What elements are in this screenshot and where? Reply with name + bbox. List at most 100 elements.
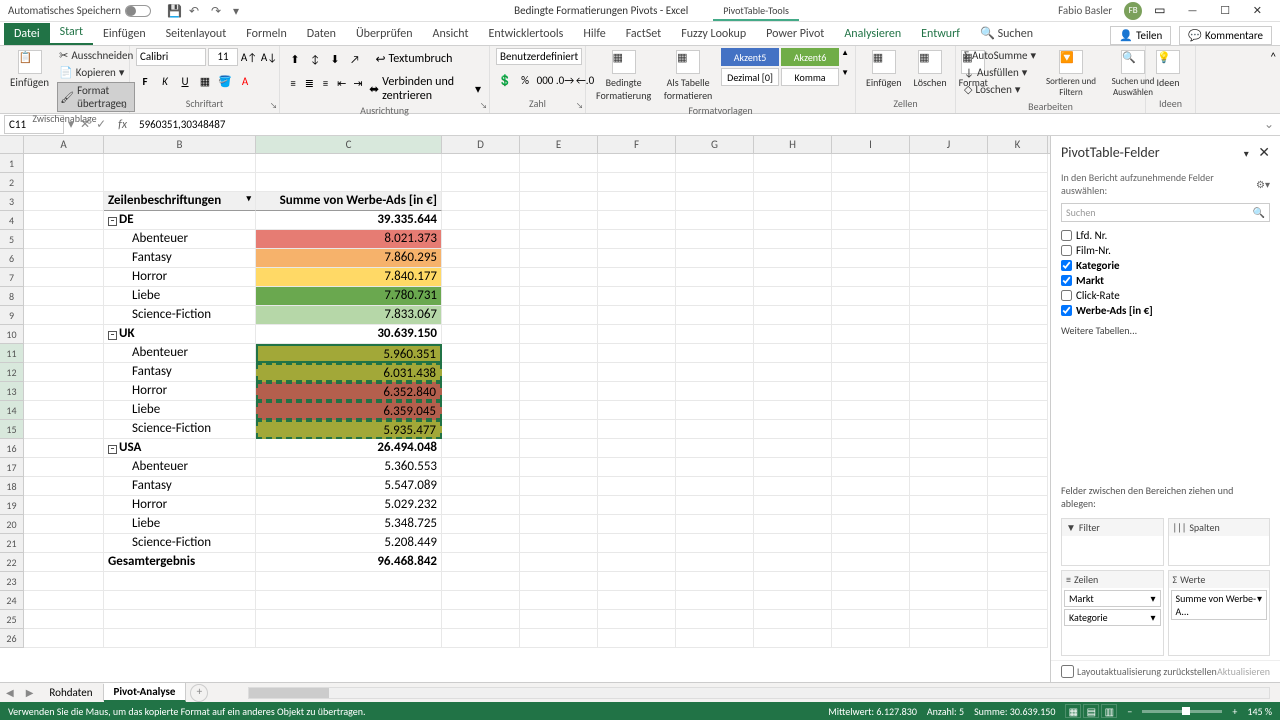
cell[interactable]: [832, 591, 910, 610]
cell[interactable]: [676, 154, 754, 173]
cell[interactable]: [832, 325, 910, 344]
cell[interactable]: [910, 496, 988, 515]
cell[interactable]: 26.494.048: [256, 439, 442, 458]
cell[interactable]: [598, 344, 676, 363]
cell[interactable]: [598, 477, 676, 496]
cell[interactable]: [988, 496, 1048, 515]
cell[interactable]: [676, 211, 754, 230]
font-name-combo[interactable]: Calibri: [136, 48, 206, 66]
cell[interactable]: 5.935.477: [256, 420, 442, 439]
cell[interactable]: [442, 401, 520, 420]
cell[interactable]: [256, 154, 442, 173]
cell[interactable]: [910, 458, 988, 477]
cell[interactable]: [988, 420, 1048, 439]
cell[interactable]: [442, 306, 520, 325]
row-header[interactable]: 6: [0, 249, 24, 268]
rows-area[interactable]: ≡ Zeilen Markt▾Kategorie▾: [1061, 570, 1164, 656]
percent-icon[interactable]: %: [516, 71, 534, 89]
spreadsheet-grid[interactable]: ABCDEFGHIJK 123Zeilenbeschriftungen ▾Sum…: [0, 136, 1050, 682]
pane-close-icon[interactable]: ✕: [1258, 144, 1270, 161]
col-header[interactable]: H: [754, 136, 832, 153]
wrap-text-button[interactable]: ↩ Textumbruch: [373, 50, 454, 68]
row-header[interactable]: 12: [0, 363, 24, 382]
cell[interactable]: [676, 401, 754, 420]
autosum-button[interactable]: Σ AutoSumme ▾: [962, 48, 1038, 63]
cell[interactable]: [832, 515, 910, 534]
cell[interactable]: [676, 306, 754, 325]
cell[interactable]: [832, 458, 910, 477]
number-format-combo[interactable]: Benutzerdefiniert: [496, 48, 582, 65]
cell[interactable]: [676, 249, 754, 268]
row-header[interactable]: 13: [0, 382, 24, 401]
cell[interactable]: [598, 192, 676, 211]
row-header[interactable]: 10: [0, 325, 24, 344]
cell[interactable]: [910, 287, 988, 306]
italic-button[interactable]: K: [156, 72, 174, 90]
cell[interactable]: [442, 610, 520, 629]
cell[interactable]: [598, 230, 676, 249]
cell[interactable]: [442, 629, 520, 648]
cell[interactable]: 5.208.449: [256, 534, 442, 553]
zoom-in-icon[interactable]: +: [1232, 705, 1237, 718]
row-header[interactable]: 3: [0, 192, 24, 211]
align-launcher-icon[interactable]: ↘: [480, 101, 487, 111]
fill-color-button[interactable]: 🪣: [216, 72, 234, 90]
cell[interactable]: [676, 344, 754, 363]
cell[interactable]: [754, 363, 832, 382]
cell[interactable]: [988, 287, 1048, 306]
cell[interactable]: [754, 496, 832, 515]
row-header[interactable]: 22: [0, 553, 24, 572]
qat-more-icon[interactable]: ▾: [233, 4, 247, 18]
zoom-out-icon[interactable]: −: [1127, 705, 1132, 718]
comments-button[interactable]: 💬 Kommentare: [1179, 26, 1272, 45]
cell[interactable]: [988, 268, 1048, 287]
cell[interactable]: [910, 420, 988, 439]
cell[interactable]: [442, 515, 520, 534]
indent-inc-icon[interactable]: ⇥: [351, 74, 365, 92]
normal-view-icon[interactable]: ▦: [1065, 704, 1081, 718]
cell[interactable]: [442, 458, 520, 477]
cell[interactable]: [676, 553, 754, 572]
user-name[interactable]: Fabio Basler: [1058, 4, 1112, 17]
cell[interactable]: [442, 173, 520, 192]
cell[interactable]: [520, 515, 598, 534]
cell[interactable]: [910, 629, 988, 648]
field-item[interactable]: Click-Rate: [1061, 288, 1270, 303]
cell[interactable]: [754, 306, 832, 325]
cell[interactable]: 7.860.295: [256, 249, 442, 268]
cell[interactable]: [520, 477, 598, 496]
cell[interactable]: [832, 192, 910, 211]
row-header[interactable]: 25: [0, 610, 24, 629]
cell[interactable]: [988, 610, 1048, 629]
cell[interactable]: [24, 458, 104, 477]
cell[interactable]: Fantasy: [104, 477, 256, 496]
row-header[interactable]: 8: [0, 287, 24, 306]
cell[interactable]: [520, 173, 598, 192]
cell[interactable]: [910, 382, 988, 401]
increase-font-icon[interactable]: A↑: [240, 48, 258, 66]
cell[interactable]: [256, 610, 442, 629]
cell[interactable]: 7.833.067: [256, 306, 442, 325]
border-button[interactable]: ▦: [196, 72, 214, 90]
col-header[interactable]: C: [256, 136, 442, 153]
cell[interactable]: [442, 420, 520, 439]
cell[interactable]: [104, 572, 256, 591]
cell[interactable]: [676, 610, 754, 629]
cell[interactable]: [754, 553, 832, 572]
cell[interactable]: [754, 268, 832, 287]
cell[interactable]: [24, 154, 104, 173]
cell[interactable]: [442, 553, 520, 572]
cell[interactable]: [910, 401, 988, 420]
field-item[interactable]: Film-Nr.: [1061, 243, 1270, 258]
cell[interactable]: [754, 439, 832, 458]
align-top-icon[interactable]: ⬆: [286, 50, 304, 68]
tab-ansicht[interactable]: Ansicht: [423, 23, 479, 45]
cell[interactable]: [520, 363, 598, 382]
cell[interactable]: [676, 325, 754, 344]
cell[interactable]: [598, 458, 676, 477]
expand-formula-icon[interactable]: ⌄: [1258, 117, 1280, 132]
bold-button[interactable]: F: [136, 72, 154, 90]
close-button[interactable]: ✕: [1243, 4, 1272, 17]
cell[interactable]: [598, 439, 676, 458]
filter-area[interactable]: ▼ Filter: [1061, 518, 1164, 566]
